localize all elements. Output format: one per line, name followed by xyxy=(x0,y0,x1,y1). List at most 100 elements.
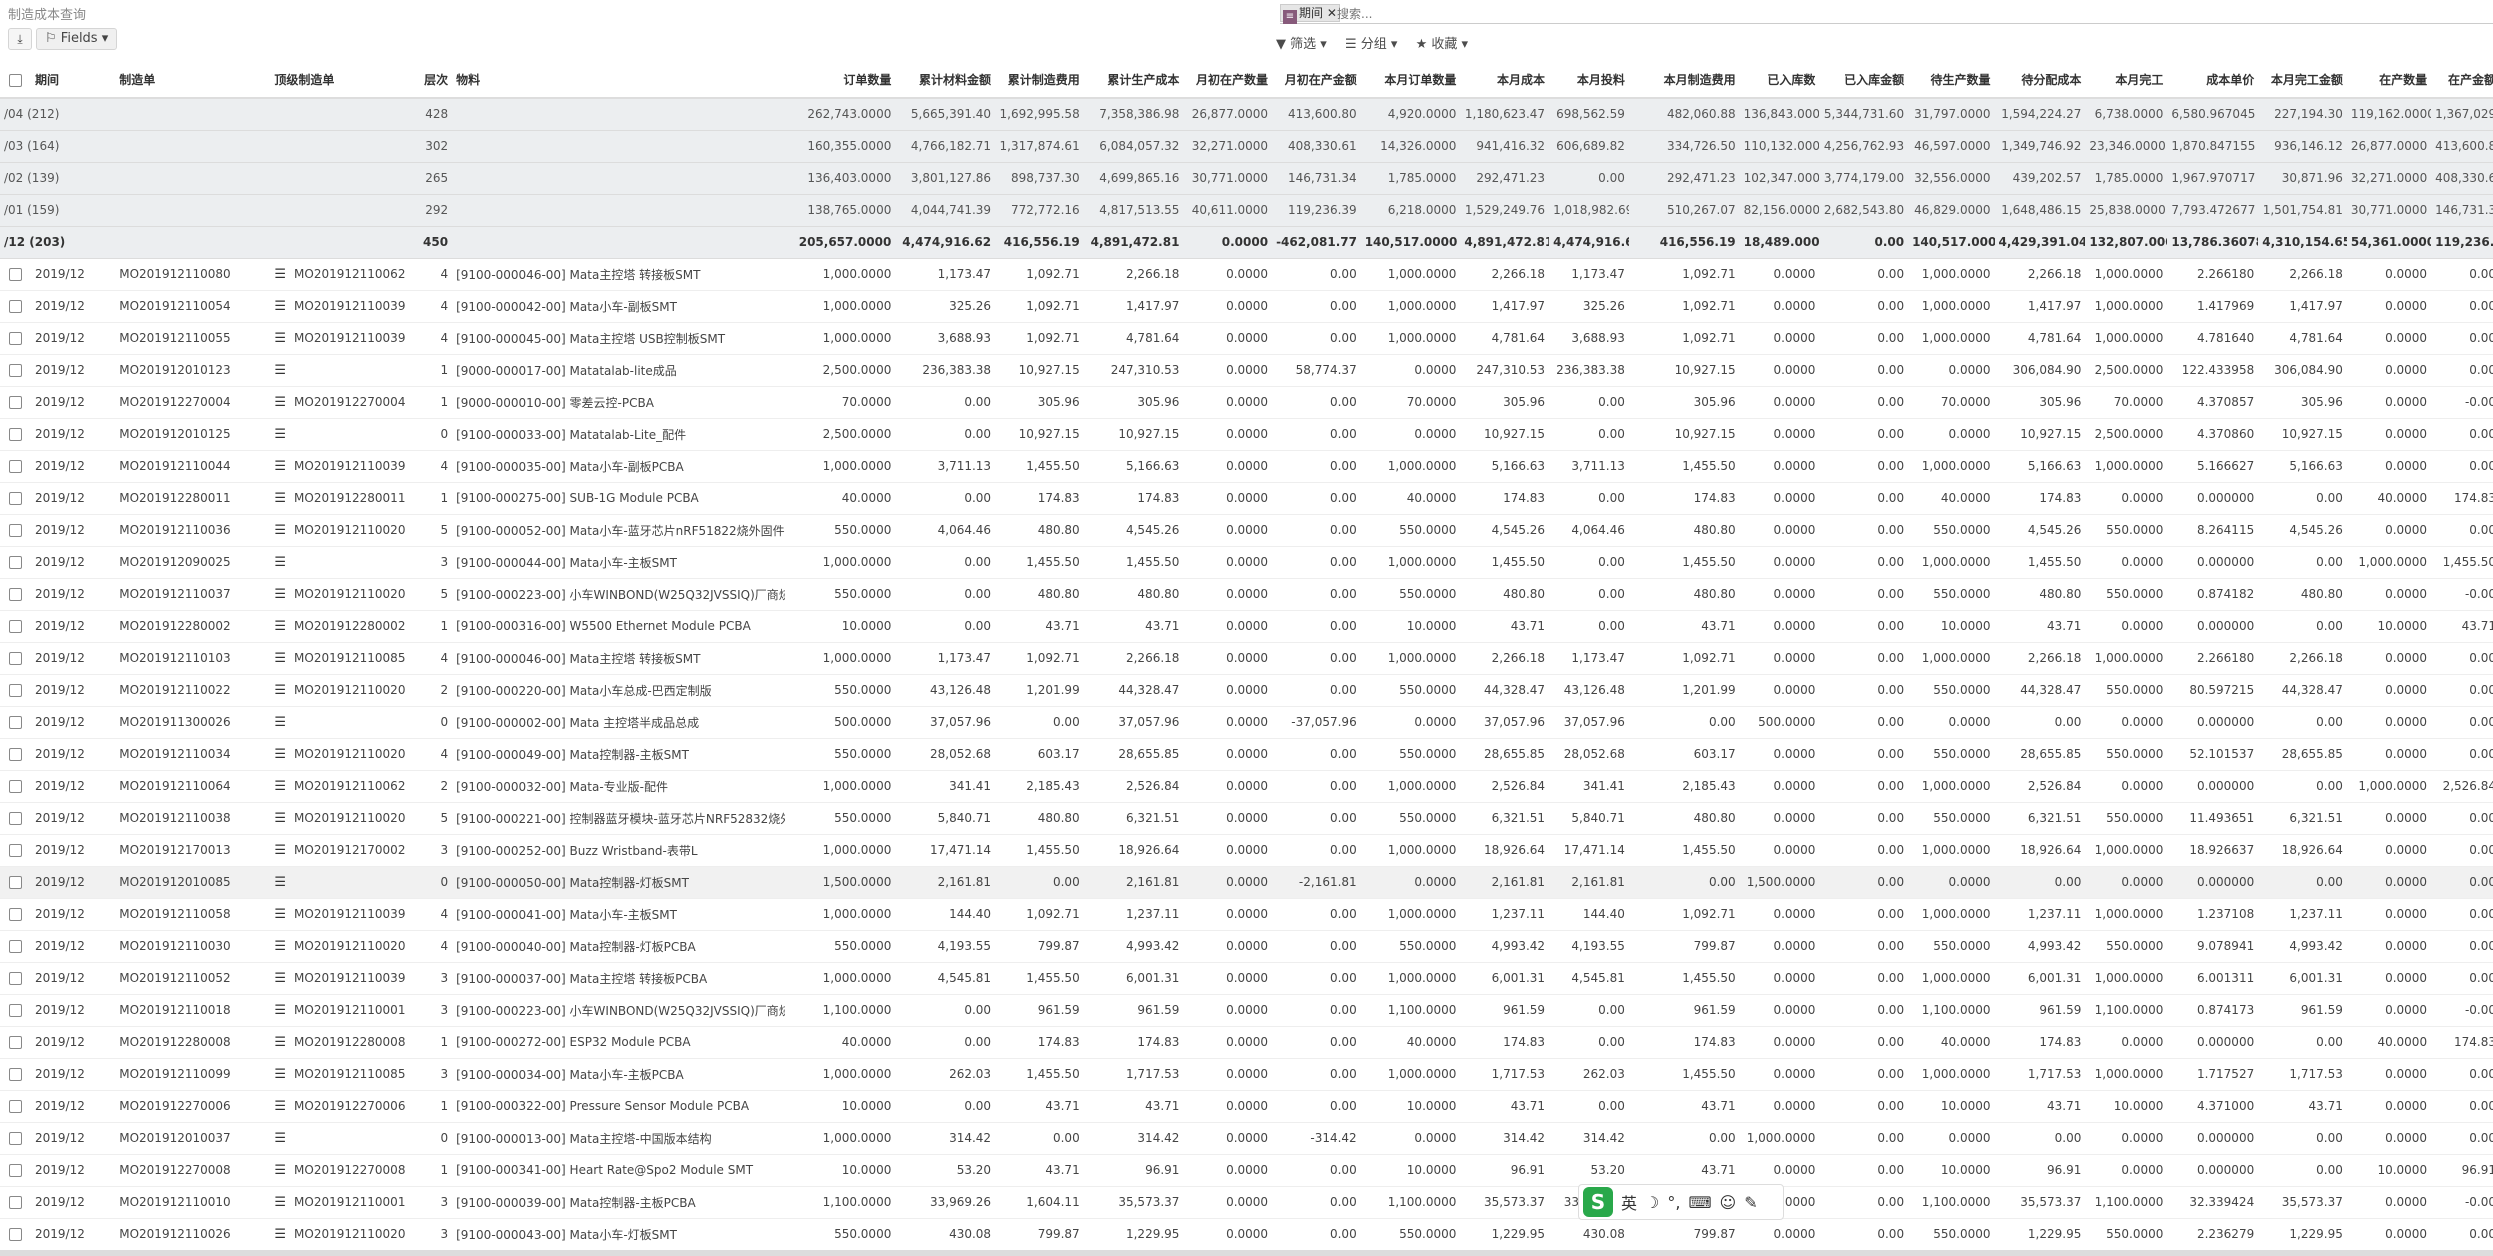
search-facet[interactable]: ≡ 期间 ✕ xyxy=(1280,4,1340,24)
column-header[interactable]: 已入库数 xyxy=(1739,62,1820,99)
row-select[interactable] xyxy=(0,354,32,387)
row-select[interactable] xyxy=(0,290,32,323)
row-select[interactable] xyxy=(0,738,32,771)
group-by-button[interactable]: ☰ 分组 ▾ xyxy=(1345,37,1397,52)
bars-icon[interactable]: ☰ xyxy=(274,1035,286,1050)
table-row[interactable]: 2019/12 MO201912010085 ☰ 0 [9100-000050-00] … xyxy=(0,866,2493,899)
bars-icon[interactable]: ☰ xyxy=(274,907,286,922)
row-select[interactable] xyxy=(0,1122,32,1155)
select-all-checkbox[interactable] xyxy=(9,73,22,87)
row-checkbox[interactable] xyxy=(9,876,22,889)
column-header[interactable]: 本月投料 xyxy=(1549,62,1629,99)
column-header[interactable]: 物料 xyxy=(452,62,785,99)
ime-lang[interactable]: 英 xyxy=(1621,1190,1637,1214)
bars-icon[interactable]: ☰ xyxy=(274,1227,286,1242)
bars-icon[interactable]: ☰ xyxy=(274,1003,286,1018)
table-row[interactable]: 2019/12 MO201912110038 ☰ MO201912110020 5 [91… xyxy=(0,802,2493,835)
row-select[interactable] xyxy=(0,1154,32,1187)
bars-icon[interactable]: ☰ xyxy=(274,1067,286,1082)
bars-icon[interactable]: ☰ xyxy=(274,299,286,314)
row-checkbox[interactable] xyxy=(9,1004,22,1017)
row-checkbox[interactable] xyxy=(9,908,22,921)
keyboard-icon[interactable]: ⌨ xyxy=(1688,1193,1711,1212)
table-row[interactable]: 2019/12 MO201912110044 ☰ MO201912110039 4 [91… xyxy=(0,450,2493,483)
column-header[interactable]: 累计制造费用 xyxy=(995,62,1084,99)
table-row[interactable]: 2019/12 MO201912280002 ☰ MO201912280002 1 [91… xyxy=(0,610,2493,643)
bars-icon[interactable]: ☰ xyxy=(274,683,286,698)
column-header[interactable]: 累计生产成本 xyxy=(1083,62,1184,99)
row-select[interactable] xyxy=(0,802,32,835)
row-checkbox[interactable] xyxy=(9,844,22,857)
wrench-icon[interactable]: ✎ xyxy=(1744,1193,1757,1212)
favorites-button[interactable]: ★ 收藏 ▾ xyxy=(1416,37,1468,52)
table-row[interactable]: 2019/12 MO201912110103 ☰ MO201912110085 4 [91… xyxy=(0,642,2493,675)
table-row[interactable]: 2019/12 MO201912010125 ☰ 0 [9100-000033-00] … xyxy=(0,418,2493,451)
row-checkbox[interactable] xyxy=(9,300,22,313)
bars-icon[interactable]: ☰ xyxy=(274,1131,286,1146)
bars-icon[interactable]: ☰ xyxy=(274,1099,286,1114)
bars-icon[interactable]: ☰ xyxy=(274,555,286,570)
row-select[interactable] xyxy=(0,546,32,579)
download-button[interactable]: ⤓ xyxy=(8,28,32,50)
row-checkbox[interactable] xyxy=(9,1100,22,1113)
column-header[interactable]: 期间 xyxy=(31,62,116,99)
row-select[interactable] xyxy=(0,770,32,803)
row-checkbox[interactable] xyxy=(9,332,22,345)
row-checkbox[interactable] xyxy=(9,460,22,473)
table-row[interactable]: 2019/12 MO201912010037 ☰ 0 [9100-000013-00] … xyxy=(0,1122,2493,1155)
row-checkbox[interactable] xyxy=(9,652,22,665)
moon-icon[interactable]: ☽ xyxy=(1645,1193,1659,1212)
table-row[interactable]: 2019/12 MO201912110018 ☰ MO201912110001 3 [91… xyxy=(0,994,2493,1027)
row-select[interactable] xyxy=(0,450,32,483)
table-row[interactable]: 2019/12 MO201912010123 ☰ 1 [9000-000017-00] … xyxy=(0,354,2493,387)
filter-button[interactable]: ▼ 筛选 ▾ xyxy=(1276,37,1327,52)
row-checkbox[interactable] xyxy=(9,268,22,281)
row-checkbox[interactable] xyxy=(9,556,22,569)
row-select[interactable] xyxy=(0,578,32,611)
row-select[interactable] xyxy=(0,1090,32,1123)
column-header[interactable]: 待生产数量 xyxy=(1908,62,1995,99)
group-row[interactable]: /04 (212) 428 262,743.0000 5,665,391.40 1,69… xyxy=(0,98,2493,131)
table-row[interactable]: 2019/12 MO201912110036 ☰ MO201912110020 5 [91… xyxy=(0,514,2493,547)
breadcrumb[interactable]: 制造成本查询 xyxy=(8,4,86,23)
bars-icon[interactable]: ☰ xyxy=(274,331,286,346)
column-header[interactable]: 本月完工 xyxy=(2085,62,2168,99)
fields-button[interactable]: ⚐ Fields ▾ xyxy=(36,28,118,50)
row-checkbox[interactable] xyxy=(9,1132,22,1145)
horizontal-scrollbar[interactable] xyxy=(0,1250,2493,1256)
row-select[interactable] xyxy=(0,706,32,739)
bars-icon[interactable]: ☰ xyxy=(274,779,286,794)
row-select[interactable] xyxy=(0,866,32,899)
table-row[interactable]: 2019/12 MO201912110026 ☰ MO201912110020 3 [91… xyxy=(0,1218,2493,1251)
row-select[interactable] xyxy=(0,322,32,355)
table-row[interactable]: 2019/12 MO201912090025 ☰ 3 [9100-000044-00] … xyxy=(0,546,2493,579)
column-header[interactable]: 累计材料金额 xyxy=(895,62,996,99)
row-select[interactable] xyxy=(0,674,32,707)
row-select[interactable] xyxy=(0,642,32,675)
table-row[interactable]: 2019/12 MO201912110034 ☰ MO201912110020 4 [91… xyxy=(0,738,2493,771)
row-checkbox[interactable] xyxy=(9,1068,22,1081)
row-select[interactable] xyxy=(0,962,32,995)
row-checkbox[interactable] xyxy=(9,780,22,793)
bars-icon[interactable]: ☰ xyxy=(274,971,286,986)
bars-icon[interactable]: ☰ xyxy=(274,1163,286,1178)
column-header[interactable]: 本月完工金额 xyxy=(2258,62,2347,99)
table-row[interactable]: 2019/12 MO201912110010 ☰ MO201912110001 3 [91… xyxy=(0,1186,2493,1219)
table-row[interactable]: 2019/12 MO201912110064 ☰ MO201912110062 2 [91… xyxy=(0,770,2493,803)
row-checkbox[interactable] xyxy=(9,524,22,537)
user-icon[interactable]: ☺ xyxy=(1720,1193,1737,1212)
row-select[interactable] xyxy=(0,1218,32,1251)
bars-icon[interactable]: ☰ xyxy=(274,363,286,378)
punctuation-icon[interactable]: °, xyxy=(1667,1193,1680,1212)
row-checkbox[interactable] xyxy=(9,1164,22,1177)
table-row[interactable]: 2019/12 MO201912280011 ☰ MO201912280011 1 [91… xyxy=(0,482,2493,515)
row-checkbox[interactable] xyxy=(9,940,22,953)
column-header[interactable]: 待分配成本 xyxy=(1994,62,2086,99)
table-row[interactable]: 2019/12 MO201912110055 ☰ MO201912110039 4 [91… xyxy=(0,322,2493,355)
bars-icon[interactable]: ☰ xyxy=(274,619,286,634)
bars-icon[interactable]: ☰ xyxy=(274,267,286,282)
column-header[interactable]: 已入库金额 xyxy=(1819,62,1909,99)
column-header[interactable]: 层次 xyxy=(414,62,453,99)
row-select[interactable] xyxy=(0,834,32,867)
bars-icon[interactable]: ☰ xyxy=(274,427,286,442)
